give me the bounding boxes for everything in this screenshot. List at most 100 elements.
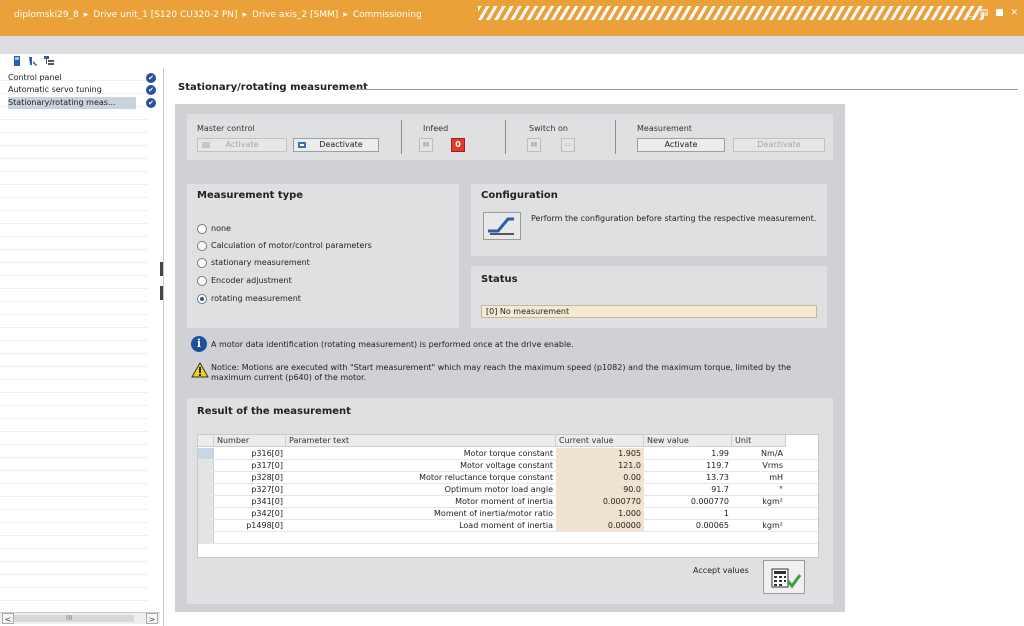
nav-horizontal-scrollbar[interactable]: < III > (0, 612, 160, 624)
radio-rotating[interactable] (197, 294, 207, 304)
configuration-button[interactable] (483, 212, 521, 240)
row-header[interactable] (198, 460, 214, 471)
switch-on-button[interactable]: ▮▮ (527, 138, 541, 152)
nav-list: Control panel ✔ Automatic servo tuning ✔… (0, 68, 156, 612)
column-number[interactable]: Number (214, 435, 286, 447)
radio-encoder-adjustment-label: Encoder adjustment (211, 276, 292, 285)
cell-parameter-text: Moment of inertia/motor ratio (434, 509, 553, 518)
control-strip: Master control Activate Deactivate Infee… (187, 114, 833, 160)
cell-current-value: 121.0 (556, 460, 644, 471)
breadcrumb-separator: ▸ (242, 10, 248, 20)
table-row[interactable]: p1498[0] Load moment of inertia 0.00000 0.0… (198, 520, 818, 532)
table-row-empty[interactable] (198, 532, 818, 544)
cell-unit: Vrms (762, 461, 783, 470)
radio-calculation[interactable] (197, 241, 207, 251)
infeed-off-indicator: 0 (451, 138, 465, 152)
radio-encoder-adjustment[interactable] (197, 276, 207, 286)
splitter-handle[interactable] (160, 262, 163, 276)
switch-on-label: Switch on (529, 124, 568, 133)
table-row[interactable]: p327[0] Optimum motor load angle 90.0 91.7 ° (198, 484, 818, 496)
table-row[interactable]: p328[0] Motor reluctance torque constant 0… (198, 472, 818, 484)
column-new-value[interactable]: New value (644, 435, 732, 447)
column-unit[interactable]: Unit (732, 435, 786, 447)
commissioning-window: diplomski29_8 ▸ Drive unit_1 [S120 CU320-2… (0, 0, 1024, 626)
master-activate-button[interactable]: Activate (197, 138, 287, 152)
warning-icon (191, 362, 209, 378)
cell-new-value: 13.73 (706, 473, 729, 482)
separator (505, 120, 506, 154)
cell-unit (732, 508, 786, 519)
table-row[interactable]: p317[0] Motor voltage constant 121.0 119.7 V… (198, 460, 818, 472)
nav-item-automatic-servo-tuning[interactable]: Automatic servo tuning (8, 84, 136, 96)
function-view-nav: Control panel ✔ Automatic servo tuning ✔… (0, 68, 164, 626)
cell-current-value: 0.00000 (556, 520, 644, 531)
radio-none[interactable] (197, 224, 207, 234)
row-header[interactable] (198, 508, 214, 519)
cell-new-value: 0.000770 (690, 497, 729, 506)
device-icon[interactable] (12, 56, 22, 66)
cell-new-value: 1 (723, 509, 729, 518)
tree-icon[interactable] (44, 56, 54, 66)
radio-rotating-label: rotating measurement (211, 294, 301, 303)
switch-off-button[interactable]: ▭ (561, 138, 575, 152)
separator (615, 120, 616, 154)
infeed-button[interactable]: ▮▮ (419, 138, 433, 152)
scroll-left-arrow[interactable]: < (2, 613, 14, 624)
breadcrumb-commissioning: Commissioning (352, 10, 422, 20)
master-deactivate-button[interactable]: Deactivate (293, 138, 379, 152)
radio-none-label: none (211, 224, 231, 233)
breadcrumb-drive-unit[interactable]: Drive unit_1 [S120 CU320-2 PN] (93, 10, 237, 20)
cell-number: p1498[0] (246, 521, 283, 530)
cell-parameter-text: Optimum motor load angle (444, 485, 553, 494)
cell-current-value: 1.905 (556, 448, 644, 459)
info-message: A motor data identification (rotating me… (211, 340, 574, 349)
row-header[interactable] (198, 472, 214, 483)
breadcrumb: diplomski29_8 ▸ Drive unit_1 [S120 CU320-2… (14, 10, 422, 20)
column-current-value[interactable]: Current value (556, 435, 644, 447)
status-header: Status (481, 274, 518, 285)
title-bar-hatch (478, 6, 984, 20)
tool-icon[interactable] (28, 56, 38, 66)
config-tool-icon (488, 217, 514, 235)
table-row[interactable]: p341[0] Motor moment of inertia 0.000770 0.… (198, 496, 818, 508)
infeed-label: Infeed (423, 124, 449, 133)
table-row[interactable]: p316[0] Motor torque constant 1.905 1.99 Nm/… (198, 448, 818, 460)
column-parameter-text[interactable]: Parameter text (286, 435, 556, 447)
cell-current-value: 0.00 (556, 472, 644, 483)
table-row[interactable]: p342[0] Moment of inertia/motor ratio 1.00… (198, 508, 818, 520)
status-panel: Status [0] No measurement (471, 266, 827, 328)
radio-stationary[interactable] (197, 258, 207, 268)
breadcrumb-separator: ▸ (343, 10, 348, 20)
master-activate-label: Activate (225, 140, 259, 149)
title-divider (354, 89, 1018, 90)
cell-new-value: 91.7 (711, 485, 729, 494)
cell-number: p328[0] (251, 473, 283, 482)
scroll-thumb[interactable] (14, 615, 134, 622)
result-panel: Result of the measurement Number Paramet… (187, 398, 833, 604)
nav-item-stationary-rotating-measurement[interactable]: Stationary/rotating meas... (8, 97, 136, 109)
row-header[interactable] (198, 520, 214, 531)
breadcrumb-project[interactable]: diplomski29_8 (14, 10, 79, 20)
result-table: Number Parameter text Current value New … (197, 434, 819, 558)
breadcrumb-drive-axis[interactable]: Drive axis_2 [SMM] (252, 10, 338, 20)
window-controls[interactable]: _ ▤ ■ ✕ (968, 8, 1020, 18)
measurement-activate-button[interactable]: Activate (637, 138, 725, 152)
accept-values-button[interactable] (763, 560, 805, 594)
scroll-thumb-grip: III (66, 614, 73, 622)
radio-calculation-label: Calculation of motor/control parameters (211, 241, 372, 250)
row-header[interactable] (198, 448, 214, 459)
measurement-deactivate-button[interactable]: Deactivate (733, 138, 825, 152)
configuration-text: Perform the configuration before startin… (531, 214, 817, 223)
nav-item-control-panel[interactable]: Control panel (8, 72, 136, 84)
cell-unit: mH (769, 473, 783, 482)
breadcrumb-separator: ▸ (83, 10, 89, 20)
scroll-right-arrow[interactable]: > (146, 613, 158, 624)
main-content: Stationary/rotating measurement Master c… (168, 68, 1024, 626)
row-header[interactable] (198, 532, 214, 543)
configuration-header: Configuration (481, 190, 558, 201)
row-header[interactable] (198, 484, 214, 495)
row-header[interactable] (198, 496, 214, 507)
measurement-type-header: Measurement type (197, 190, 304, 201)
info-icon: i (191, 336, 207, 352)
splitter-handle[interactable] (160, 286, 163, 300)
